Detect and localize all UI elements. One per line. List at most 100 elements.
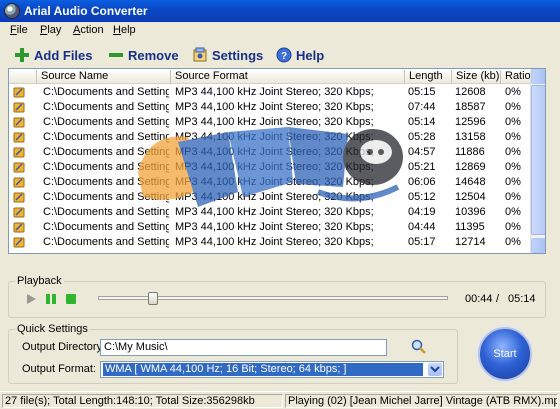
cell-ratio: 0%	[505, 206, 521, 218]
cell-source-format: MP3 44,100 kHz Joint Stereo; 320 Kbps;	[175, 176, 374, 188]
add-files-label: Add Files	[34, 47, 93, 63]
start-label: Start	[493, 348, 517, 360]
status-now-playing: Playing (02) [Jean Michel Jarre] Vintage…	[285, 394, 558, 408]
scroll-up-button[interactable]	[531, 69, 545, 84]
output-format-value: WMA [ WMA 44,100 Hz; 16 Bit; Stereo; 64 …	[103, 363, 423, 376]
cell-source-name: C:\Documents and Setting...	[43, 221, 169, 233]
table-row[interactable]: C:\Documents and Setting... MP3 44,100 kH…	[9, 175, 531, 190]
cell-source-format: MP3 44,100 kHz Joint Stereo; 320 Kbps;	[175, 206, 374, 218]
stop-icon[interactable]	[65, 293, 77, 305]
table-row[interactable]: C:\Documents and Setting... MP3 44,100 kH…	[9, 220, 531, 235]
help-button[interactable]: ? Help	[276, 46, 324, 64]
current-time: 00:44	[465, 293, 493, 305]
pause-icon[interactable]	[45, 293, 57, 305]
table-row[interactable]: C:\Documents and Setting... MP3 44,100 kH…	[9, 145, 531, 160]
cell-size: 12608	[455, 86, 486, 98]
cell-source-format: MP3 44,100 kHz Joint Stereo; 320 Kbps;	[175, 236, 374, 248]
svg-text:?: ?	[281, 51, 287, 62]
cell-ratio: 0%	[505, 236, 521, 248]
total-time: 05:14	[508, 293, 536, 305]
cell-source-format: MP3 44,100 kHz Joint Stereo; 320 Kbps;	[175, 146, 374, 158]
playback-position-thumb[interactable]	[148, 292, 158, 305]
table-row[interactable]: C:\Documents and Setting... MP3 44,100 kH…	[9, 190, 531, 205]
column-header-source-format[interactable]: Source Format	[171, 70, 405, 84]
column-header-size[interactable]: Size (kb)	[452, 70, 501, 84]
help-icon: ?	[276, 47, 292, 63]
window-title: Arial Audio Converter	[24, 4, 148, 18]
play-icon[interactable]	[25, 293, 37, 305]
cell-source-format: MP3 44,100 kHz Joint Stereo; 320 Kbps;	[175, 86, 374, 98]
cell-length: 04:19	[408, 206, 436, 218]
output-format-label: Output Format:	[22, 363, 96, 375]
table-row[interactable]: C:\Documents and Setting... MP3 44,100 kH…	[9, 130, 531, 145]
cell-ratio: 0%	[505, 101, 521, 113]
column-header-icon[interactable]	[9, 70, 37, 84]
status-summary: 27 file(s); Total Length:148:10; Total S…	[2, 394, 283, 408]
menu-help[interactable]: Help	[113, 24, 136, 36]
cell-size: 12504	[455, 191, 486, 203]
cell-source-name: C:\Documents and Setting...	[43, 191, 169, 203]
cell-source-name: C:\Documents and Setting...	[43, 206, 169, 218]
start-button[interactable]: Start	[478, 327, 532, 381]
table-row[interactable]: C:\Documents and Setting... MP3 44,100 kH…	[9, 100, 531, 115]
quick-settings-label: Quick Settings	[15, 323, 90, 335]
settings-icon	[192, 47, 208, 63]
cell-size: 11395	[455, 221, 485, 233]
column-header-ratio[interactable]: Ratio	[501, 70, 531, 84]
dropdown-arrow-icon[interactable]	[428, 363, 442, 376]
status-bar: 27 file(s); Total Length:148:10; Total S…	[0, 391, 560, 409]
cell-length: 05:14	[408, 116, 436, 128]
cell-ratio: 0%	[505, 146, 521, 158]
settings-button[interactable]: Settings	[192, 46, 263, 64]
scroll-down-button[interactable]	[531, 238, 545, 253]
cell-length: 05:12	[408, 191, 436, 203]
add-icon	[14, 47, 30, 63]
cell-size: 12869	[455, 161, 486, 173]
column-header-length[interactable]: Length	[405, 70, 452, 84]
browse-folder-icon[interactable]	[411, 339, 427, 355]
list-body: C:\Documents and Setting... MP3 44,100 kH…	[9, 85, 531, 253]
time-separator: /	[496, 293, 500, 305]
table-row[interactable]: C:\Documents and Setting... MP3 44,100 kH…	[9, 205, 531, 220]
cell-source-format: MP3 44,100 kHz Joint Stereo; 320 Kbps;	[175, 191, 374, 203]
output-format-select[interactable]: WMA [ WMA 44,100 Hz; 16 Bit; Stereo; 64 …	[100, 361, 444, 378]
cell-length: 04:57	[408, 146, 436, 158]
remove-icon	[108, 47, 124, 63]
settings-label: Settings	[212, 47, 264, 63]
cell-length: 05:21	[408, 161, 436, 173]
cell-length: 06:06	[408, 176, 436, 188]
audio-file-icon	[13, 207, 25, 218]
table-row[interactable]: C:\Documents and Setting... MP3 44,100 kH…	[9, 160, 531, 175]
add-files-button[interactable]: Add Files	[14, 46, 93, 64]
cell-size: 12596	[455, 116, 486, 128]
cell-ratio: 0%	[505, 221, 521, 233]
table-row[interactable]: C:\Documents and Setting... MP3 44,100 kH…	[9, 115, 531, 130]
cell-length: 05:15	[408, 86, 436, 98]
audio-file-icon	[13, 87, 25, 98]
cell-source-name: C:\Documents and Setting...	[43, 101, 169, 113]
menu-play[interactable]: Play	[40, 24, 61, 36]
title-bar: Arial Audio Converter	[0, 0, 560, 22]
playback-label: Playback	[15, 275, 64, 287]
cell-ratio: 0%	[505, 86, 521, 98]
cell-source-name: C:\Documents and Setting...	[43, 146, 169, 158]
help-label: Help	[296, 47, 325, 63]
list-header: Source Name Source Format Length Size (k…	[9, 69, 531, 84]
file-list[interactable]: Source Name Source Format Length Size (k…	[8, 68, 546, 254]
cell-size: 13158	[455, 131, 486, 143]
cell-size: 11886	[455, 146, 485, 158]
output-directory-input[interactable]: C:\My Music\	[100, 339, 387, 356]
menu-file[interactable]: File	[10, 24, 28, 36]
menu-action[interactable]: Action	[73, 24, 104, 36]
cell-source-format: MP3 44,100 kHz Joint Stereo; 320 Kbps;	[175, 131, 374, 143]
cell-ratio: 0%	[505, 116, 521, 128]
table-row[interactable]: C:\Documents and Setting... MP3 44,100 kH…	[9, 235, 531, 250]
vertical-scrollbar[interactable]	[530, 69, 545, 253]
column-header-source-name[interactable]: Source Name	[37, 70, 171, 84]
remove-label: Remove	[128, 47, 179, 63]
cell-source-name: C:\Documents and Setting...	[43, 116, 169, 128]
toolbar: Add Files Remove Settings ? Help	[0, 40, 560, 68]
table-row[interactable]: C:\Documents and Setting... MP3 44,100 kH…	[9, 85, 531, 100]
remove-button[interactable]: Remove	[108, 46, 179, 64]
scroll-thumb[interactable]	[531, 85, 545, 235]
